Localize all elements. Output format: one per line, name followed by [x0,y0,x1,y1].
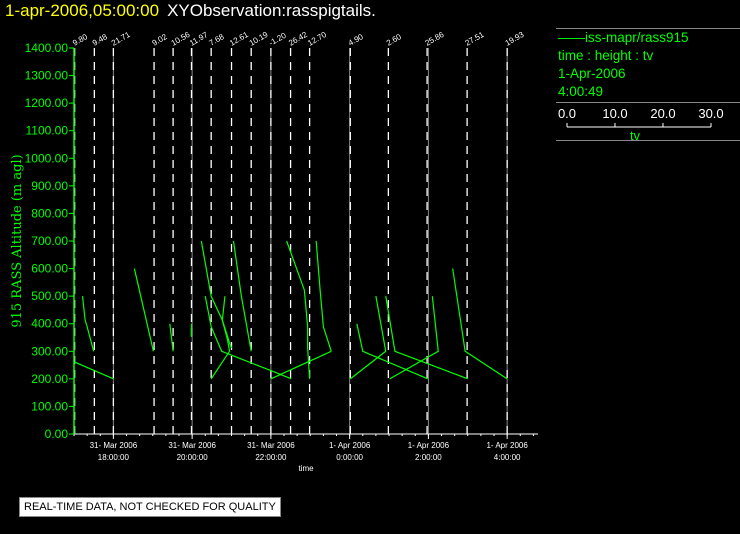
profile-label: 2.60 [385,32,403,48]
trace-line [200,240,233,349]
y-tick-label: 1400.00 [25,41,69,55]
y-tick-label: 800.00 [31,206,68,220]
profile-label: 19.93 [504,30,526,48]
y-tick-label: 300.00 [31,344,68,358]
trace-line [81,296,95,352]
profile-label: -1.20 [267,31,288,48]
y-tick-label: 100.00 [31,399,68,413]
profile-label: 26.42 [287,30,309,48]
x-tick-label-time: 2:00:00 [415,453,442,462]
tv-scale-tick-label: 0.0 [558,106,576,121]
profile-label: 27.51 [464,30,486,48]
profile-label: 21.71 [110,30,132,48]
tv-scale-tick-label: 30.0 [698,106,723,121]
profile-label: 9.02 [151,32,169,48]
profile-label: 9.48 [91,32,109,48]
x-tick-label-date: 1- Apr 2006 [486,441,528,450]
x-tick-label-date: 1- Apr 2006 [329,441,371,450]
y-tick-label: 1300.00 [25,69,69,83]
y-tick-label: 1100.00 [26,124,69,138]
tv-scale: 0.0 10.0 20.0 30.0 tv [558,106,724,143]
profile-label: 25.86 [424,30,446,48]
profile-label: 12.61 [228,30,250,48]
trace-line [315,240,332,352]
profile-label: 12.70 [306,30,328,48]
legend-series-name: iss-mapr/rass915 [585,30,689,45]
x-tick-label-time: 22:00:00 [255,453,287,462]
profile-label: 4.90 [347,32,365,48]
y-tick-label: 700.00 [31,234,68,248]
trace-line [452,268,508,380]
legend-time: 4:00:49 [558,84,604,99]
y-tick-label: 1200.00 [25,96,69,110]
legend-series: ——iss-mapr/rass915 [558,30,689,45]
quality-notice: REAL-TIME DATA, NOT CHECKED FOR QUALITY [19,497,281,517]
x-axis-label: time [298,464,314,473]
tv-scale-tick-label: 20.0 [650,106,675,121]
profile-label: 11.97 [188,30,210,48]
trace-line [389,296,439,380]
trace-line [169,323,174,352]
legend-fields: time : height : tv [558,48,654,63]
y-tick-label: 500.00 [31,289,68,303]
x-tick-label-date: 31- Mar 2006 [90,441,138,450]
x-tick-label-time: 4:00:00 [494,453,521,462]
x-tick-label-time: 0:00:00 [336,453,363,462]
pigtail-chart: 9.80 9.48 21.71 9.02 10.5611.977.68 12.6110.1… [10,30,538,473]
profile-label: 9.80 [71,32,89,48]
trace-line [133,268,154,352]
x-tick-label-time: 20:00:00 [177,453,209,462]
trace-line [270,350,332,380]
profile-label: 10.19 [248,30,270,48]
y-tick-label: 400.00 [31,317,68,331]
legend-date: 1-Apr-2006 [558,66,626,81]
y-tick-label: 200.00 [31,372,68,386]
x-tick-label-date: 1- Apr 2006 [408,441,450,450]
x-tick-label-date: 31- Mar 2006 [247,441,295,450]
trace-line [210,296,231,380]
trace-line [349,296,387,380]
y-tick-label: 900.00 [31,179,68,193]
trace-line [232,240,252,352]
x-tick-label-date: 31- Mar 2006 [168,441,216,450]
y-axis-label: 915 RASS Altitude (m agl) [10,154,25,327]
y-tick-label: 600.00 [31,262,68,276]
profile-label: 7.68 [208,32,226,48]
x-tick-label-time: 18:00:00 [98,453,130,462]
y-tick-label: 1000.00 [25,151,69,165]
y-tick-label: 0.00 [45,427,69,441]
tv-scale-tick-label: 10.0 [602,106,627,121]
